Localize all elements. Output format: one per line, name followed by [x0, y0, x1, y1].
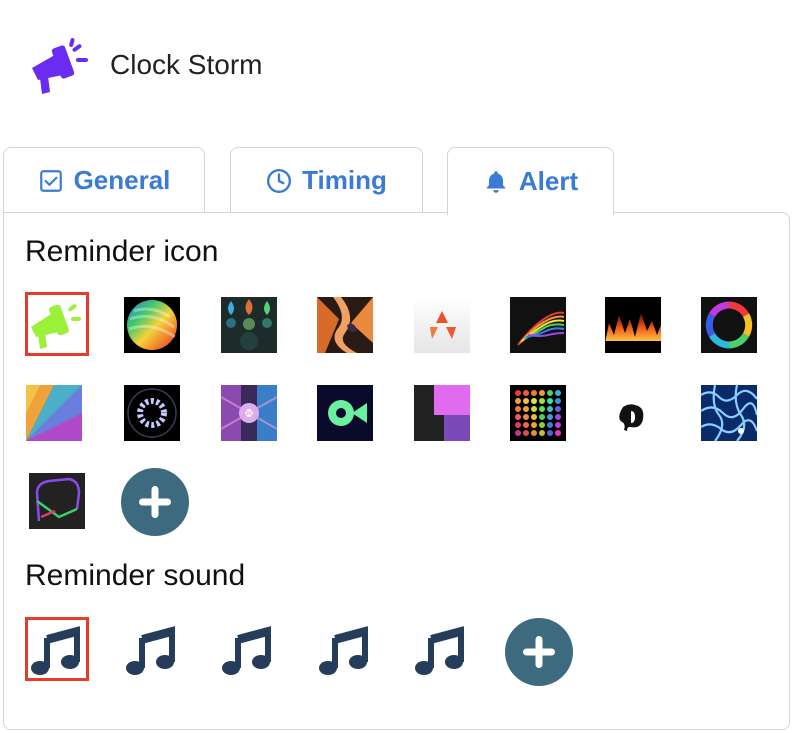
tab-alert[interactable]: Alert — [447, 147, 614, 215]
tab-general[interactable]: General — [3, 147, 205, 213]
reminder-icon-option[interactable] — [124, 297, 180, 353]
color-wheel-icon — [701, 297, 757, 353]
sound-option[interactable] — [220, 622, 276, 678]
orange-swirl-icon — [317, 297, 373, 353]
sound-option[interactable] — [29, 622, 85, 678]
reminder-icon-option[interactable] — [605, 385, 661, 441]
megaphone-icon — [26, 297, 82, 353]
music-note-icon — [126, 626, 175, 675]
tab-alert-label: Alert — [518, 166, 579, 196]
fire-icon — [605, 297, 661, 353]
plus-icon — [139, 486, 171, 518]
paint-drops-icon — [221, 297, 277, 353]
music-note-icon — [222, 626, 271, 675]
reminder-icon-option[interactable] — [124, 385, 180, 441]
reminder-icon-option[interactable] — [510, 297, 566, 353]
megaphone-icon — [32, 38, 88, 94]
triangle-shards-icon — [414, 297, 470, 353]
reminder-icon-option[interactable] — [221, 385, 277, 441]
music-note-icon — [319, 626, 368, 675]
fish-icon — [317, 385, 373, 441]
reminder-icon-title: Reminder icon — [25, 235, 219, 268]
bell-icon — [486, 170, 506, 193]
sound-option[interactable] — [317, 622, 373, 678]
reminder-icon-option[interactable] — [26, 385, 82, 441]
water-caustics-icon — [701, 385, 757, 441]
app-header — [26, 36, 90, 96]
rainbow-sphere-icon — [124, 297, 180, 353]
app-title: Clock Storm — [110, 49, 263, 80]
music-note-icon — [31, 626, 80, 675]
reminder-icon-option[interactable] — [26, 297, 82, 353]
checkbox-icon — [39, 169, 62, 192]
reminder-icon-option[interactable] — [317, 385, 373, 441]
reminder-sound-title: Reminder sound — [25, 559, 246, 592]
reminder-icon-option[interactable] — [317, 297, 373, 353]
reminder-icon-option[interactable] — [701, 297, 757, 353]
neon-curve-icon — [29, 473, 85, 529]
ink-splash-icon — [605, 385, 661, 441]
dotted-ring-icon — [124, 385, 180, 441]
clock-icon — [267, 168, 292, 193]
sound-option[interactable] — [124, 622, 180, 678]
add-sound-button[interactable] — [505, 618, 573, 686]
stacked-squares-icon — [414, 385, 470, 441]
tab-timing-label: Timing — [302, 165, 387, 195]
reminder-icon-option[interactable] — [221, 297, 277, 353]
add-icon-button[interactable] — [121, 468, 189, 536]
sound-option[interactable] — [413, 622, 469, 678]
reminder-icon-option[interactable] — [29, 473, 85, 529]
reminder-icon-option[interactable] — [414, 385, 470, 441]
alert-panel: Reminder icon Reminder sound — [3, 212, 790, 730]
plus-icon — [523, 636, 555, 668]
tab-general-label: General — [73, 165, 171, 195]
tunnel-icon — [221, 385, 277, 441]
reminder-icon-option[interactable] — [414, 297, 470, 353]
reminder-icon-option[interactable] — [605, 297, 661, 353]
tab-timing[interactable]: Timing — [230, 147, 423, 213]
music-note-icon — [415, 626, 464, 675]
reminder-icon-option[interactable] — [510, 385, 566, 441]
led-grid-icon — [510, 385, 566, 441]
reminder-icon-option[interactable] — [701, 385, 757, 441]
gradient-fan-icon — [26, 385, 82, 441]
spectrum-wave-icon — [510, 297, 566, 353]
